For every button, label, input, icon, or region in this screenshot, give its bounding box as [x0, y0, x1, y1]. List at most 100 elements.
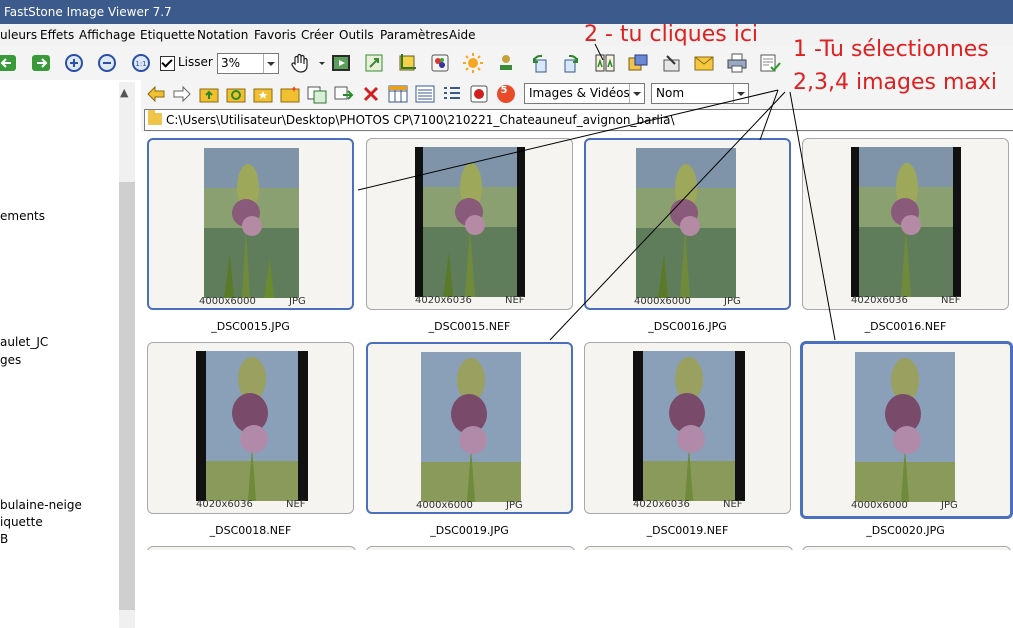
thumbnail-filename: _DSC0016.NEF: [864, 320, 947, 333]
stamp-icon[interactable]: [495, 52, 517, 74]
thumbnail-card[interactable]: 4020x6036 NEF: [584, 342, 791, 514]
photo-thumbnail: [196, 351, 308, 501]
thumbnail-filename: _DSC0019.JPG: [430, 524, 509, 537]
batch-check-icon[interactable]: [759, 52, 781, 74]
menu-creer[interactable]: Créer: [301, 28, 334, 42]
folder-up-icon[interactable]: [198, 83, 219, 103]
menu-aide[interactable]: Aide: [449, 28, 476, 42]
sidebar-item[interactable]: aulet_JC: [0, 335, 48, 349]
thumbnail-card[interactable]: 4000x6000 JPG: [147, 138, 354, 310]
sidebar-item[interactable]: ges: [0, 353, 21, 367]
thumbnail-filename: _DSC0015.JPG: [211, 320, 290, 333]
menu-parametres[interactable]: Paramètres: [380, 28, 448, 42]
smooth-label: Lisser: [178, 55, 213, 69]
path-text: C:\Users\Utilisateur\Desktop\PHOTOS CP\7…: [166, 113, 675, 127]
thumbnail-filename: _DSC0018.NEF: [209, 524, 292, 537]
selection-count-badge: 5: [500, 85, 508, 96]
chevron-down-icon[interactable]: [629, 84, 644, 103]
stop-icon[interactable]: [468, 83, 488, 103]
image-dimensions: 4020x6036: [196, 499, 253, 510]
thumbnail-filename: _DSC0016.JPG: [648, 320, 727, 333]
zoom-out-icon[interactable]: [96, 52, 118, 74]
image-format: NEF: [723, 499, 743, 510]
email-icon[interactable]: [693, 52, 715, 74]
photo-thumbnail: [636, 148, 736, 298]
thumbnail-card-partial[interactable]: [584, 546, 793, 550]
chevron-down-icon[interactable]: [733, 84, 748, 103]
new-folder-icon[interactable]: [279, 83, 300, 103]
file-type-value: Images & Vidéos: [529, 86, 630, 100]
selection-count-icon[interactable]: 5: [495, 83, 515, 103]
color-adjust-icon[interactable]: [429, 52, 451, 74]
zoom-in-icon[interactable]: [63, 52, 85, 74]
sidebar-item[interactable]: iquette: [0, 515, 43, 529]
chevron-down-icon[interactable]: [263, 54, 278, 73]
view-thumbnails-icon[interactable]: [387, 83, 408, 103]
back-arrow-icon[interactable]: [145, 83, 165, 103]
sidebar-item[interactable]: B: [0, 532, 8, 546]
sort-select[interactable]: Nom: [651, 83, 749, 104]
view-details-icon[interactable]: [441, 83, 460, 101]
svg-text:1:1: 1:1: [135, 60, 146, 68]
zoom-select[interactable]: 3%: [217, 53, 279, 74]
menu-notation[interactable]: Notation: [197, 28, 248, 42]
thumbnail-card[interactable]: 4000x6000 JPG: [584, 138, 791, 310]
menu-affichage[interactable]: Affichage: [79, 28, 135, 42]
thumbnail-card[interactable]: 4020x6036 NEF: [802, 138, 1009, 310]
thumbnail-card[interactable]: 4020x6036 NEF: [147, 342, 354, 514]
path-bar: C:\Users\Utilisateur\Desktop\PHOTOS CP\7…: [141, 108, 1013, 132]
favorites-folder-icon[interactable]: [252, 83, 273, 103]
chevron-up-icon[interactable]: ▲: [120, 86, 128, 99]
view-list-icon[interactable]: [414, 83, 435, 103]
thumbnail-card[interactable]: 4000x6000 JPG: [366, 342, 573, 514]
image-format: NEF: [505, 295, 525, 306]
sidebar-item[interactable]: ements: [0, 209, 45, 223]
forward-arrow-icon[interactable]: [171, 83, 191, 103]
thumbnail-filename: _DSC0019.NEF: [646, 524, 729, 537]
thumbnail-card[interactable]: 4020x6036 NEF: [366, 138, 573, 310]
sidebar-item[interactable]: bulaine-neige: [0, 498, 82, 512]
file-type-filter[interactable]: Images & Vidéos: [524, 83, 645, 104]
photo-thumbnail: [851, 147, 961, 297]
menu-couleurs[interactable]: uleurs: [0, 28, 37, 42]
actual-size-icon[interactable]: 1:1: [130, 52, 152, 74]
annotation-select-line2: 2,3,4 images maxi: [793, 70, 997, 95]
hand-menu-chevron-icon[interactable]: [311, 52, 325, 74]
refresh-folder-icon[interactable]: [225, 83, 246, 103]
slideshow-icon[interactable]: [330, 52, 352, 74]
image-dimensions: 4020x6036: [851, 295, 908, 306]
smooth-checkbox[interactable]: [160, 56, 175, 71]
brightness-icon[interactable]: [462, 52, 484, 74]
thumbnail-card-partial[interactable]: [366, 546, 575, 550]
rotate-left-icon[interactable]: [528, 52, 550, 74]
menu-favoris[interactable]: Favoris: [254, 28, 296, 42]
menu-outils[interactable]: Outils: [339, 28, 374, 42]
path-input[interactable]: C:\Users\Utilisateur\Desktop\PHOTOS CP\7…: [144, 109, 1013, 131]
crop-icon[interactable]: [396, 52, 418, 74]
thumbnail-card-partial[interactable]: [147, 546, 356, 550]
menu-effets[interactable]: Effets: [40, 28, 74, 42]
copy-folder-icon[interactable]: [306, 83, 327, 104]
sidebar-scrollbar-thumb[interactable]: [119, 182, 135, 610]
compare-images-icon[interactable]: [594, 52, 616, 74]
image-dimensions: 4000x6000: [199, 296, 256, 307]
zoom-value: 3%: [221, 56, 241, 70]
menu-etiquette[interactable]: Etiquette: [140, 28, 195, 42]
delete-icon[interactable]: [360, 83, 379, 102]
previous-icon[interactable]: [0, 52, 18, 74]
thumbnail-card[interactable]: 4000x6000 JPG: [800, 341, 1013, 519]
move-folder-icon[interactable]: [333, 83, 354, 101]
resize-icon[interactable]: [363, 52, 385, 74]
thumbnail-card-partial[interactable]: [802, 546, 1011, 550]
rotate-right-icon[interactable]: [561, 52, 583, 74]
copy-to-icon[interactable]: [627, 52, 649, 74]
next-icon[interactable]: [30, 52, 52, 74]
image-format: NEF: [286, 499, 306, 510]
annotation-click-here: 2 - tu cliques ici: [584, 22, 759, 47]
hand-tool-icon[interactable]: [289, 52, 311, 74]
image-dimensions: 4000x6000: [416, 500, 473, 511]
thumbnail-grid: 4000x6000 JPG _DSC0015.JPG 4020x6036 NEF…: [141, 132, 1013, 550]
print-icon[interactable]: [726, 52, 748, 74]
photo-thumbnail: [415, 147, 525, 297]
move-to-icon[interactable]: [660, 52, 682, 74]
